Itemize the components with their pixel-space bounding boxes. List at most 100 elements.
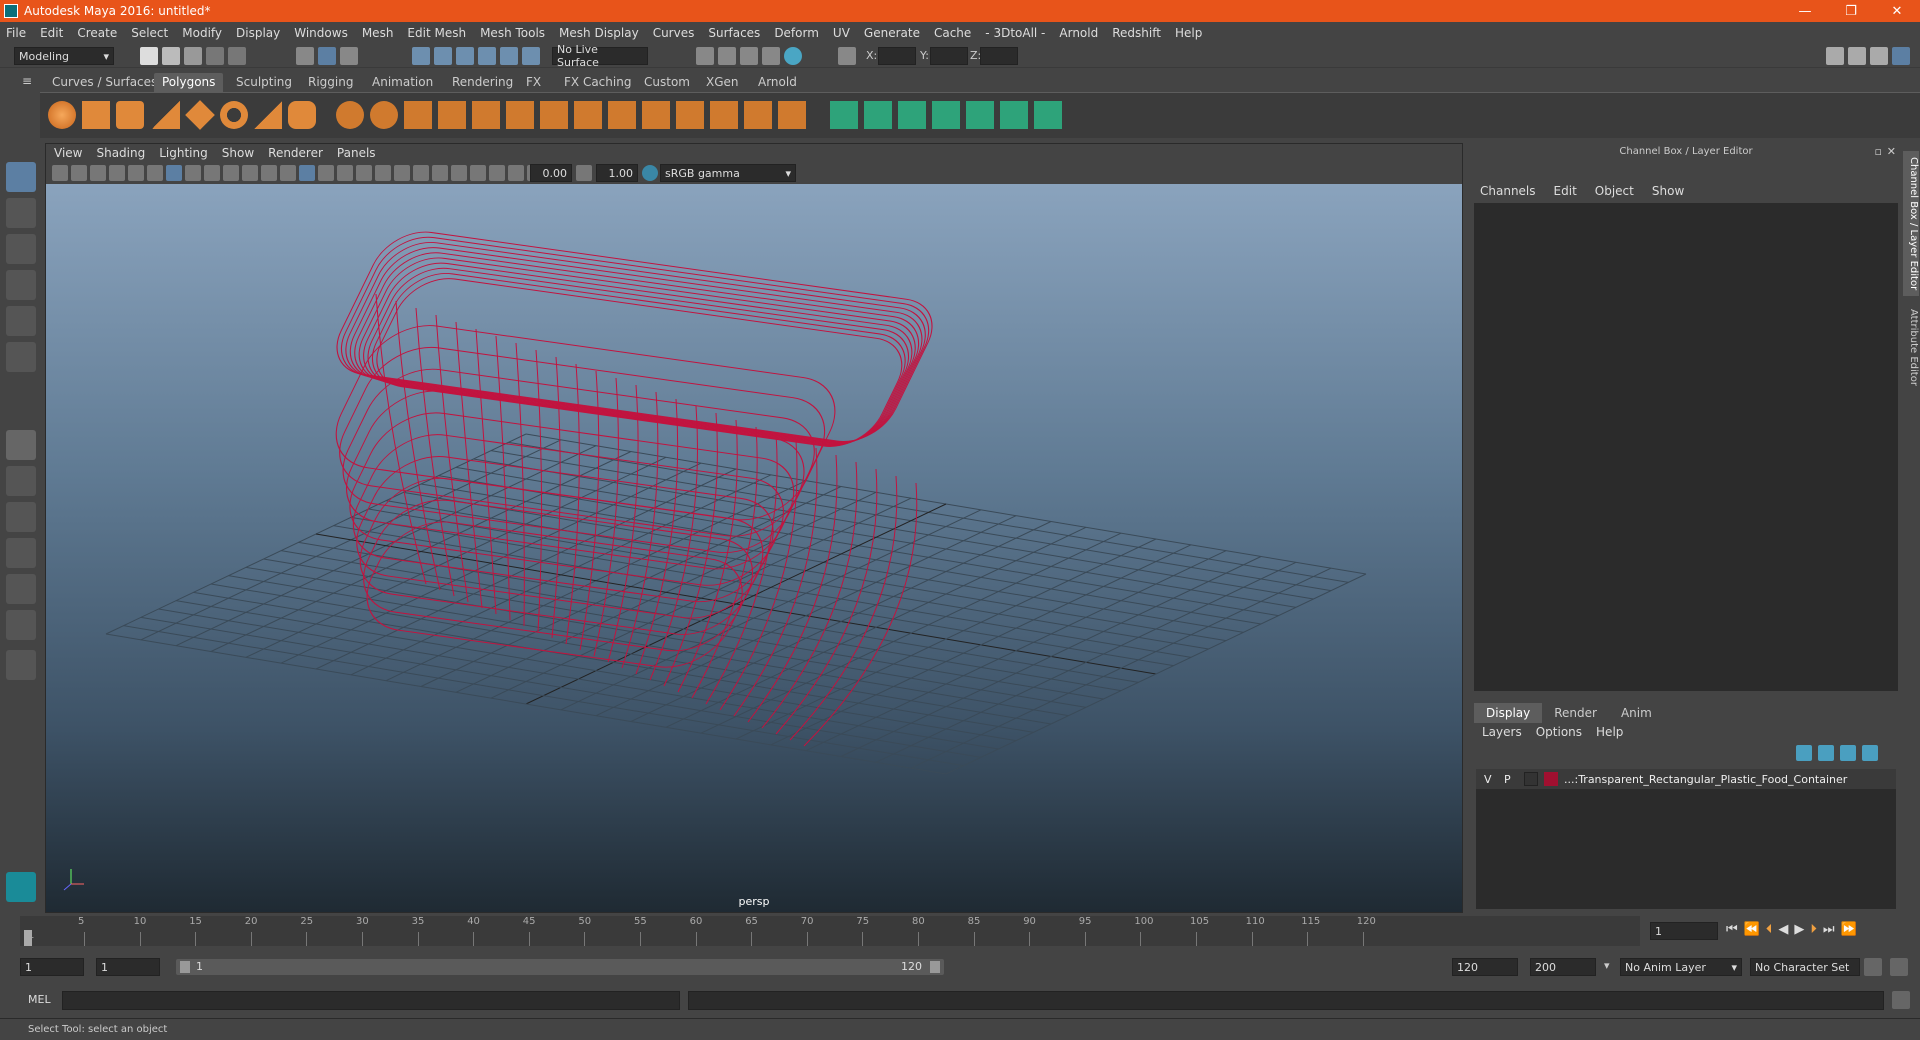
shelf-tab-rendering[interactable]: Rendering xyxy=(444,73,521,92)
channel-box-icon[interactable] xyxy=(1892,47,1910,65)
snap-curve-icon[interactable] xyxy=(434,47,452,65)
image-plane-icon[interactable] xyxy=(109,165,125,181)
ipr-render-icon[interactable] xyxy=(740,47,758,65)
depth-of-field-icon[interactable] xyxy=(470,165,486,181)
modeling-toolkit-icon[interactable] xyxy=(1826,47,1844,65)
layout-uv-icon[interactable] xyxy=(1000,101,1028,129)
menu-redshift[interactable]: Redshift xyxy=(1112,26,1161,40)
viewport-menu-shading[interactable]: Shading xyxy=(96,146,145,160)
shelf-tab-arnold[interactable]: Arnold xyxy=(750,73,805,92)
step-back-frame-icon[interactable]: ⏴ xyxy=(1766,922,1773,937)
menu-mesh[interactable]: Mesh xyxy=(362,26,394,40)
side-tab-channel-box[interactable]: Channel Box / Layer Editor xyxy=(1903,151,1919,297)
menu-edit[interactable]: Edit xyxy=(40,26,63,40)
smooth-icon[interactable] xyxy=(438,101,466,129)
layer-menu-layers[interactable]: Layers xyxy=(1482,725,1522,739)
smooth-shade-icon[interactable] xyxy=(318,165,334,181)
shelf-tab-fx-caching[interactable]: FX Caching xyxy=(556,73,639,92)
minimize-button[interactable]: — xyxy=(1782,4,1828,19)
step-forward-frame-icon[interactable]: ⏵ xyxy=(1810,922,1817,937)
shelf-tab-polygons[interactable]: Polygons xyxy=(154,73,224,92)
make-live-icon[interactable] xyxy=(522,47,540,65)
persp-outliner-layout-icon[interactable] xyxy=(6,574,36,604)
grease-pencil-icon[interactable] xyxy=(147,165,163,181)
render-frame-icon[interactable] xyxy=(718,47,736,65)
quad-draw-icon[interactable] xyxy=(778,101,806,129)
menu-create[interactable]: Create xyxy=(77,26,117,40)
layer-tab-anim[interactable]: Anim xyxy=(1609,703,1664,723)
step-forward-key-icon[interactable]: ⏭ xyxy=(1823,922,1835,937)
hypershade-icon[interactable] xyxy=(784,47,802,65)
planar-uv-icon[interactable] xyxy=(830,101,858,129)
outliner-layout-icon[interactable] xyxy=(6,610,36,640)
viewport-menu-lighting[interactable]: Lighting xyxy=(159,146,208,160)
menu-windows[interactable]: Windows xyxy=(294,26,348,40)
side-by-side-layout-icon[interactable] xyxy=(6,502,36,532)
isolate-select-icon[interactable] xyxy=(489,165,505,181)
new-layer-selected-icon[interactable] xyxy=(1862,745,1878,761)
shelf-tab-rigging[interactable]: Rigging xyxy=(300,73,361,92)
perspective-viewport[interactable]: persp xyxy=(46,184,1462,912)
separate-icon[interactable] xyxy=(370,101,398,129)
gate-mask-icon[interactable] xyxy=(223,165,239,181)
menu-surfaces[interactable]: Surfaces xyxy=(708,26,760,40)
auto-key-icon[interactable] xyxy=(1864,958,1882,976)
layer-row[interactable]: V P ...:Transparent_Rectangular_Plastic_… xyxy=(1476,769,1896,789)
cb-menu-object[interactable]: Object xyxy=(1595,184,1634,198)
z-field[interactable] xyxy=(980,47,1018,65)
layer-tab-display[interactable]: Display xyxy=(1474,703,1543,723)
menu-help[interactable]: Help xyxy=(1175,26,1202,40)
shelf-tab-custom[interactable]: Custom xyxy=(636,73,698,92)
layer-display-type-toggle[interactable] xyxy=(1524,772,1538,786)
shelf-tab-curves-surfaces[interactable]: Curves / Surfaces xyxy=(44,73,165,92)
move-layer-up-icon[interactable] xyxy=(1796,745,1812,761)
float-panel-icon[interactable]: ▫ xyxy=(1875,145,1882,158)
snap-surface-icon[interactable] xyxy=(500,47,518,65)
anim-layer-dropdown[interactable]: No Anim Layer ▾ xyxy=(1620,958,1742,976)
snap-grid-icon[interactable] xyxy=(412,47,430,65)
color-space-dropdown[interactable]: sRGB gamma ▾ xyxy=(660,164,796,182)
start-time-field[interactable]: 1 xyxy=(20,958,84,976)
select-tool-icon[interactable] xyxy=(6,162,36,192)
range-end-handle[interactable] xyxy=(930,961,940,973)
bridge-icon[interactable] xyxy=(506,101,534,129)
transform-mode-icon[interactable] xyxy=(838,47,856,65)
film-gate-icon[interactable] xyxy=(185,165,201,181)
single-perspective-layout-icon[interactable] xyxy=(6,430,36,460)
play-forward-icon[interactable]: ▶ xyxy=(1794,922,1804,937)
append-icon[interactable] xyxy=(574,101,602,129)
menu-edit-mesh[interactable]: Edit Mesh xyxy=(407,26,466,40)
shelf-tab-animation[interactable]: Animation xyxy=(364,73,441,92)
scale-tool-icon[interactable] xyxy=(6,342,36,372)
x-field[interactable] xyxy=(878,47,916,65)
tool-settings-icon[interactable] xyxy=(1870,47,1888,65)
poly-plane-icon[interactable] xyxy=(185,100,215,130)
layer-color-swatch[interactable] xyxy=(1544,772,1558,786)
extrude-icon[interactable] xyxy=(472,101,500,129)
resolution-gate-icon[interactable] xyxy=(204,165,220,181)
new-layer-icon[interactable] xyxy=(1840,745,1856,761)
playback-end-field[interactable]: 120 xyxy=(1452,958,1518,976)
select-hierarchy-icon[interactable] xyxy=(296,47,314,65)
save-scene-icon[interactable] xyxy=(184,47,202,65)
snap-point-icon[interactable] xyxy=(456,47,474,65)
close-button[interactable]: ✕ xyxy=(1874,4,1920,19)
shelf-tab-sculpting[interactable]: Sculpting xyxy=(228,73,300,92)
undo-icon[interactable] xyxy=(206,47,224,65)
menu-arnold[interactable]: Arnold xyxy=(1059,26,1098,40)
layer-name[interactable]: ...:Transparent_Rectangular_Plastic_Food… xyxy=(1564,773,1847,786)
step-back-key-icon[interactable]: ⏪ xyxy=(1744,922,1760,937)
menu-mesh-display[interactable]: Mesh Display xyxy=(559,26,639,40)
viewport-menu-view[interactable]: View xyxy=(54,146,82,160)
mode-dropdown[interactable]: Modeling ▾ xyxy=(14,47,114,65)
y-field[interactable] xyxy=(930,47,968,65)
menu-display[interactable]: Display xyxy=(236,26,280,40)
collapse-icon[interactable] xyxy=(6,650,36,680)
merge-icon[interactable] xyxy=(744,101,772,129)
viewport-menu-show[interactable]: Show xyxy=(222,146,254,160)
select-component-icon[interactable] xyxy=(340,47,358,65)
gamma-field[interactable]: 1.00 xyxy=(596,164,638,182)
channel-list[interactable] xyxy=(1474,203,1898,691)
redo-icon[interactable] xyxy=(228,47,246,65)
layer-playback-toggle[interactable]: P xyxy=(1504,773,1518,786)
